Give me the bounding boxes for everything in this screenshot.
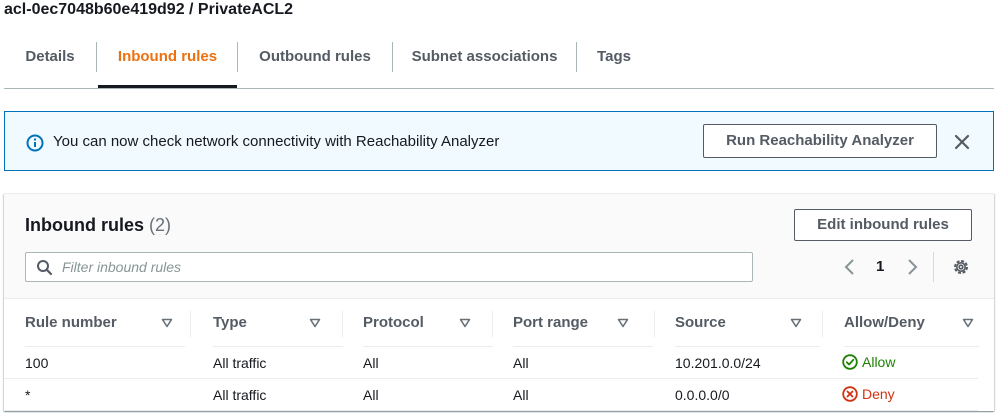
info-icon (26, 134, 44, 152)
column-label: Rule number (25, 314, 117, 331)
column-divider (190, 311, 191, 337)
allow-deny-cell: Allow (842, 354, 895, 370)
source-cell: 10.201.0.0/24 (675, 355, 761, 371)
tab-outbound-rules[interactable]: Outbound rules (238, 36, 392, 88)
column-header-source[interactable]: Source (675, 299, 820, 347)
column-label: Allow/Deny (844, 314, 925, 331)
reachability-banner: You can now check network connectivity w… (4, 111, 994, 171)
table-row[interactable]: * All traffic All All 0.0.0.0/0 Deny (4, 379, 978, 411)
chevron-right-icon[interactable] (904, 258, 920, 276)
protocol-cell: All (363, 387, 379, 403)
tab-inbound-rules[interactable]: Inbound rules (98, 36, 237, 88)
sort-caret-icon[interactable] (309, 318, 321, 328)
sort-caret-icon[interactable] (962, 318, 974, 328)
column-divider (654, 311, 655, 337)
banner-message: You can now check network connectivity w… (53, 133, 500, 150)
port-range-cell: All (513, 387, 529, 403)
run-reachability-analyzer-button[interactable]: Run Reachability Analyzer (703, 124, 937, 158)
tab-tags[interactable]: Tags (577, 36, 651, 88)
edit-inbound-rules-button[interactable]: Edit inbound rules (794, 209, 972, 241)
gear-icon[interactable] (952, 258, 970, 276)
tab-divider (96, 42, 97, 72)
panel-title-text: Inbound rules (25, 215, 144, 235)
sort-caret-icon[interactable] (617, 318, 629, 328)
rule-count: (2) (149, 215, 172, 235)
column-header-rule-number[interactable]: Rule number (25, 299, 185, 347)
panel-title: Inbound rules (2) (25, 215, 171, 236)
filter-box (25, 252, 753, 282)
table-row[interactable]: 100 All traffic All All 10.201.0.0/24 Al… (4, 347, 978, 379)
column-label: Port range (513, 314, 589, 331)
chevron-left-icon[interactable] (842, 258, 858, 276)
port-range-cell: All (513, 355, 529, 371)
tab-subnet-associations[interactable]: Subnet associations (393, 36, 576, 88)
type-cell: All traffic (213, 387, 267, 403)
rule-number-cell: * (25, 387, 31, 403)
pager-divider (933, 252, 934, 282)
protocol-cell: All (363, 355, 379, 371)
deny-status-text: Deny (862, 386, 895, 402)
column-label: Type (213, 314, 247, 331)
check-circle-icon (842, 354, 858, 370)
type-cell: All traffic (213, 355, 267, 371)
column-divider (492, 311, 493, 337)
column-header-port-range[interactable]: Port range (513, 299, 653, 347)
sort-caret-icon[interactable] (790, 318, 802, 328)
page-number[interactable]: 1 (876, 258, 884, 275)
source-cell: 0.0.0.0/0 (675, 387, 730, 403)
close-icon[interactable] (952, 132, 972, 152)
allow-deny-cell: Deny (842, 386, 895, 402)
page-title: acl-0ec7048b60e419d92 / PrivateACL2 (4, 1, 294, 18)
inbound-rules-panel: Inbound rules (2) Edit inbound rules 1 R… (4, 193, 994, 411)
column-header-protocol[interactable]: Protocol (363, 299, 493, 347)
column-divider (822, 311, 823, 337)
panel-header: Inbound rules (2) Edit inbound rules 1 (4, 194, 994, 299)
column-label: Protocol (363, 314, 424, 331)
x-circle-icon (842, 386, 858, 402)
sort-caret-icon[interactable] (161, 318, 173, 328)
column-header-allow-deny[interactable]: Allow/Deny (844, 299, 979, 347)
column-header-type[interactable]: Type (213, 299, 343, 347)
allow-status-text: Allow (862, 354, 896, 370)
tab-bar: Details Inbound rules Outbound rules Sub… (4, 36, 994, 89)
tab-details[interactable]: Details (4, 36, 96, 88)
search-icon (37, 260, 53, 276)
filter-input[interactable] (62, 257, 742, 277)
sort-caret-icon[interactable] (459, 318, 471, 328)
rule-number-cell: 100 (25, 355, 49, 371)
column-label: Source (675, 314, 726, 331)
column-divider (342, 311, 343, 337)
